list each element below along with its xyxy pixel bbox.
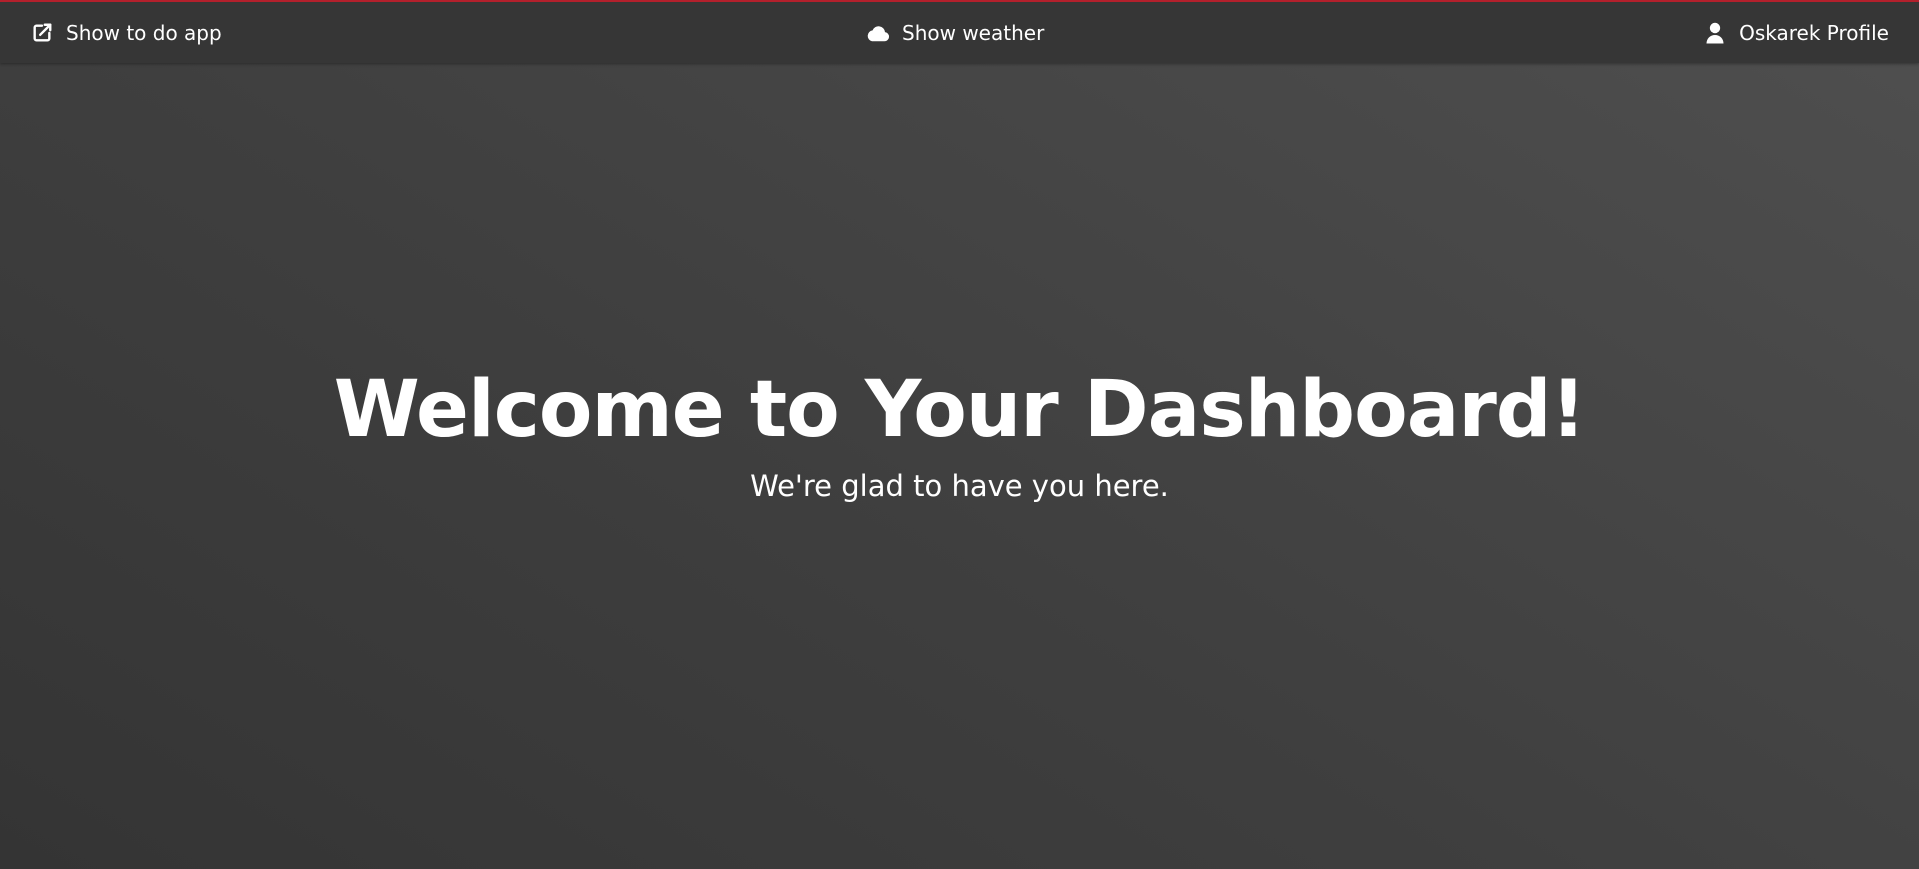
top-navigation-bar: Show to do app Show weather Oskarek Prof… <box>0 0 1919 63</box>
profile-button[interactable]: Oskarek Profile <box>1703 2 1889 63</box>
user-icon <box>1703 21 1727 45</box>
show-todo-app-label: Show to do app <box>66 20 222 45</box>
welcome-title: Welcome to Your Dashboard! <box>333 365 1586 455</box>
show-todo-app-button[interactable]: Show to do app <box>30 2 222 63</box>
welcome-subtitle: We're glad to have you here. <box>750 469 1169 503</box>
welcome-hero: Welcome to Your Dashboard! We're glad to… <box>0 360 1919 506</box>
show-weather-button[interactable]: Show weather <box>866 2 1044 63</box>
cloud-icon <box>866 21 890 45</box>
show-weather-label: Show weather <box>902 20 1045 45</box>
external-link-icon <box>30 21 54 45</box>
profile-label: Oskarek Profile <box>1739 20 1889 45</box>
